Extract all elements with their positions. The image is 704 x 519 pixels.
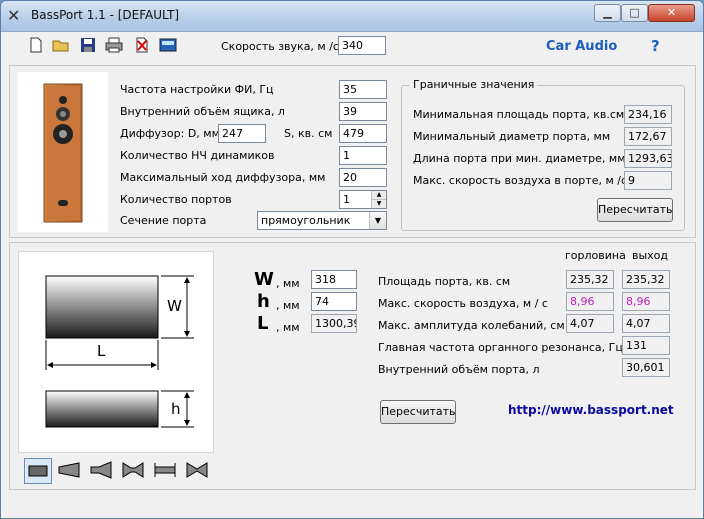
car-audio-link[interactable]: Car Audio (546, 39, 617, 54)
organ-freq-value: 131 (622, 336, 670, 355)
delete-icon[interactable] (133, 37, 151, 55)
port-width-input[interactable]: 318 (311, 270, 357, 289)
shape-cone-button[interactable] (56, 458, 84, 484)
speed-exit-value: 8,96 (622, 292, 670, 311)
shape-horn-button[interactable] (88, 458, 116, 484)
speed-label: Макс. скорость воздуха, м / с (378, 297, 548, 310)
port-height-input[interactable]: 74 (311, 292, 357, 311)
port-diagram: W L h (18, 251, 214, 453)
min-area-label: Минимальная площадь порта, кв.см (413, 108, 625, 121)
app-logo-icon: ✕ (7, 6, 21, 25)
port-count-spinner[interactable]: 1 ▲ ▼ (339, 190, 387, 209)
diffuser-s-input[interactable]: 479 (339, 124, 387, 143)
maximize-button[interactable]: □ (621, 4, 648, 22)
diagram-l-label: L (97, 342, 106, 360)
max-air-speed-label: Макс. скорость воздуха в порте, м /с (413, 174, 628, 187)
shape-flanged-button[interactable] (152, 458, 180, 484)
organ-freq-label: Главная частота органного резонанса, Гц (378, 341, 623, 354)
port-section-select[interactable]: прямоугольник ▼ (257, 211, 387, 230)
speed-throat-value: 8,96 (566, 292, 614, 311)
port-section-label: Сечение порта (120, 214, 207, 227)
app-window: ✕ BassPort 1.1 - [DEFAULT] ▁ □ ✕ Скорост… (0, 0, 704, 519)
h-unit: , мм (276, 299, 300, 312)
window-title: BassPort 1.1 - [DEFAULT] (31, 8, 180, 22)
excursion-label: Максимальный ход диффузора, мм (120, 171, 326, 184)
area-throat-value: 235,32 (566, 270, 614, 289)
port-volume-value: 30,601 (622, 358, 670, 377)
woofer-count-label: Количество НЧ динамиков (120, 149, 275, 162)
diffuser-d-input[interactable]: 247 (218, 124, 266, 143)
port-dimensions-panel: W L h W , мм 318 h , мм 74 L , мм 1300,3… (9, 242, 696, 490)
w-letter: W (254, 269, 274, 290)
close-button[interactable]: ✕ (648, 4, 695, 22)
w-unit: , мм (276, 277, 300, 290)
port-count-label: Количество портов (120, 193, 232, 206)
minimize-button[interactable]: ▁ (594, 4, 621, 22)
limits-title: Граничные значения (410, 78, 538, 91)
diffuser-d-label: Диффузор: D, мм (120, 127, 220, 140)
sound-speed-label: Скорость звука, м /с (221, 40, 339, 53)
speaker-image (18, 72, 108, 232)
area-exit-value: 235,32 (622, 270, 670, 289)
excursion-input[interactable]: 20 (339, 168, 387, 187)
help-button[interactable]: ? (651, 37, 660, 55)
max-air-speed-value: 9 (624, 171, 672, 190)
port-length-label: Длина порта при мин. диаметре, мм (413, 152, 626, 165)
woofer-count-input[interactable]: 1 (339, 146, 387, 165)
shape-double-flare-button[interactable] (120, 458, 148, 484)
h-letter: h (257, 291, 270, 312)
box-parameters-panel: Частота настройки ФИ, Гц 35 Внутренний о… (9, 65, 696, 238)
amplitude-throat-value: 4,07 (566, 314, 614, 333)
title-bar: ✕ BassPort 1.1 - [DEFAULT] ▁ □ ✕ (1, 1, 703, 32)
area-label: Площадь порта, кв. см (378, 275, 511, 288)
amplitude-label: Макс. амплитуда колебаний, см (378, 319, 565, 332)
l-unit: , мм (276, 321, 300, 334)
amplitude-exit-value: 4,07 (622, 314, 670, 333)
port-length-output: 1300,39 (311, 314, 357, 333)
limits-groupbox: Граничные значения Минимальная площадь п… (401, 78, 685, 231)
shape-rectangle-button[interactable] (24, 458, 52, 484)
print-icon[interactable] (105, 37, 123, 55)
box-volume-label: Внутренний объём ящика, л (120, 105, 285, 118)
diagram-h-label: h (171, 400, 181, 418)
min-diameter-value: 172,67 (624, 127, 672, 146)
min-diameter-label: Минимальный диаметр порта, мм (413, 130, 611, 143)
recalc-limits-button[interactable]: Пересчитать (597, 198, 673, 222)
port-section-value: прямоугольник (261, 214, 351, 227)
port-length-value: 1293,63 (624, 149, 672, 168)
tuning-freq-input[interactable]: 35 (339, 80, 387, 99)
diagram-w-label: W (167, 297, 182, 315)
save-icon[interactable] (79, 37, 97, 55)
sound-speed-input[interactable]: 340 (338, 36, 386, 55)
website-link[interactable]: http://www.bassport.net (508, 403, 674, 417)
diffuser-s-label: S, кв. см (284, 127, 333, 140)
box-volume-input[interactable]: 39 (339, 102, 387, 121)
chevron-down-icon[interactable]: ▼ (369, 212, 386, 229)
col-exit-header: выход (632, 249, 669, 262)
l-letter: L (257, 313, 269, 334)
spinner-arrows-icon[interactable]: ▲ ▼ (371, 191, 386, 208)
port-volume-label: Внутренний объём порта, л (378, 363, 540, 376)
new-file-icon[interactable] (27, 37, 45, 55)
shape-bow-button[interactable] (184, 458, 212, 484)
min-area-value: 234,16 (624, 105, 672, 124)
col-throat-header: горловина (565, 249, 626, 262)
tuning-freq-label: Частота настройки ФИ, Гц (120, 83, 274, 96)
toolbar: Скорость звука, м /с 340 Car Audio ? (9, 33, 699, 61)
open-folder-icon[interactable] (52, 37, 70, 55)
calculator-icon[interactable] (159, 37, 177, 55)
port-count-value: 1 (343, 193, 350, 206)
recalc-port-button[interactable]: Пересчитать (380, 400, 456, 424)
